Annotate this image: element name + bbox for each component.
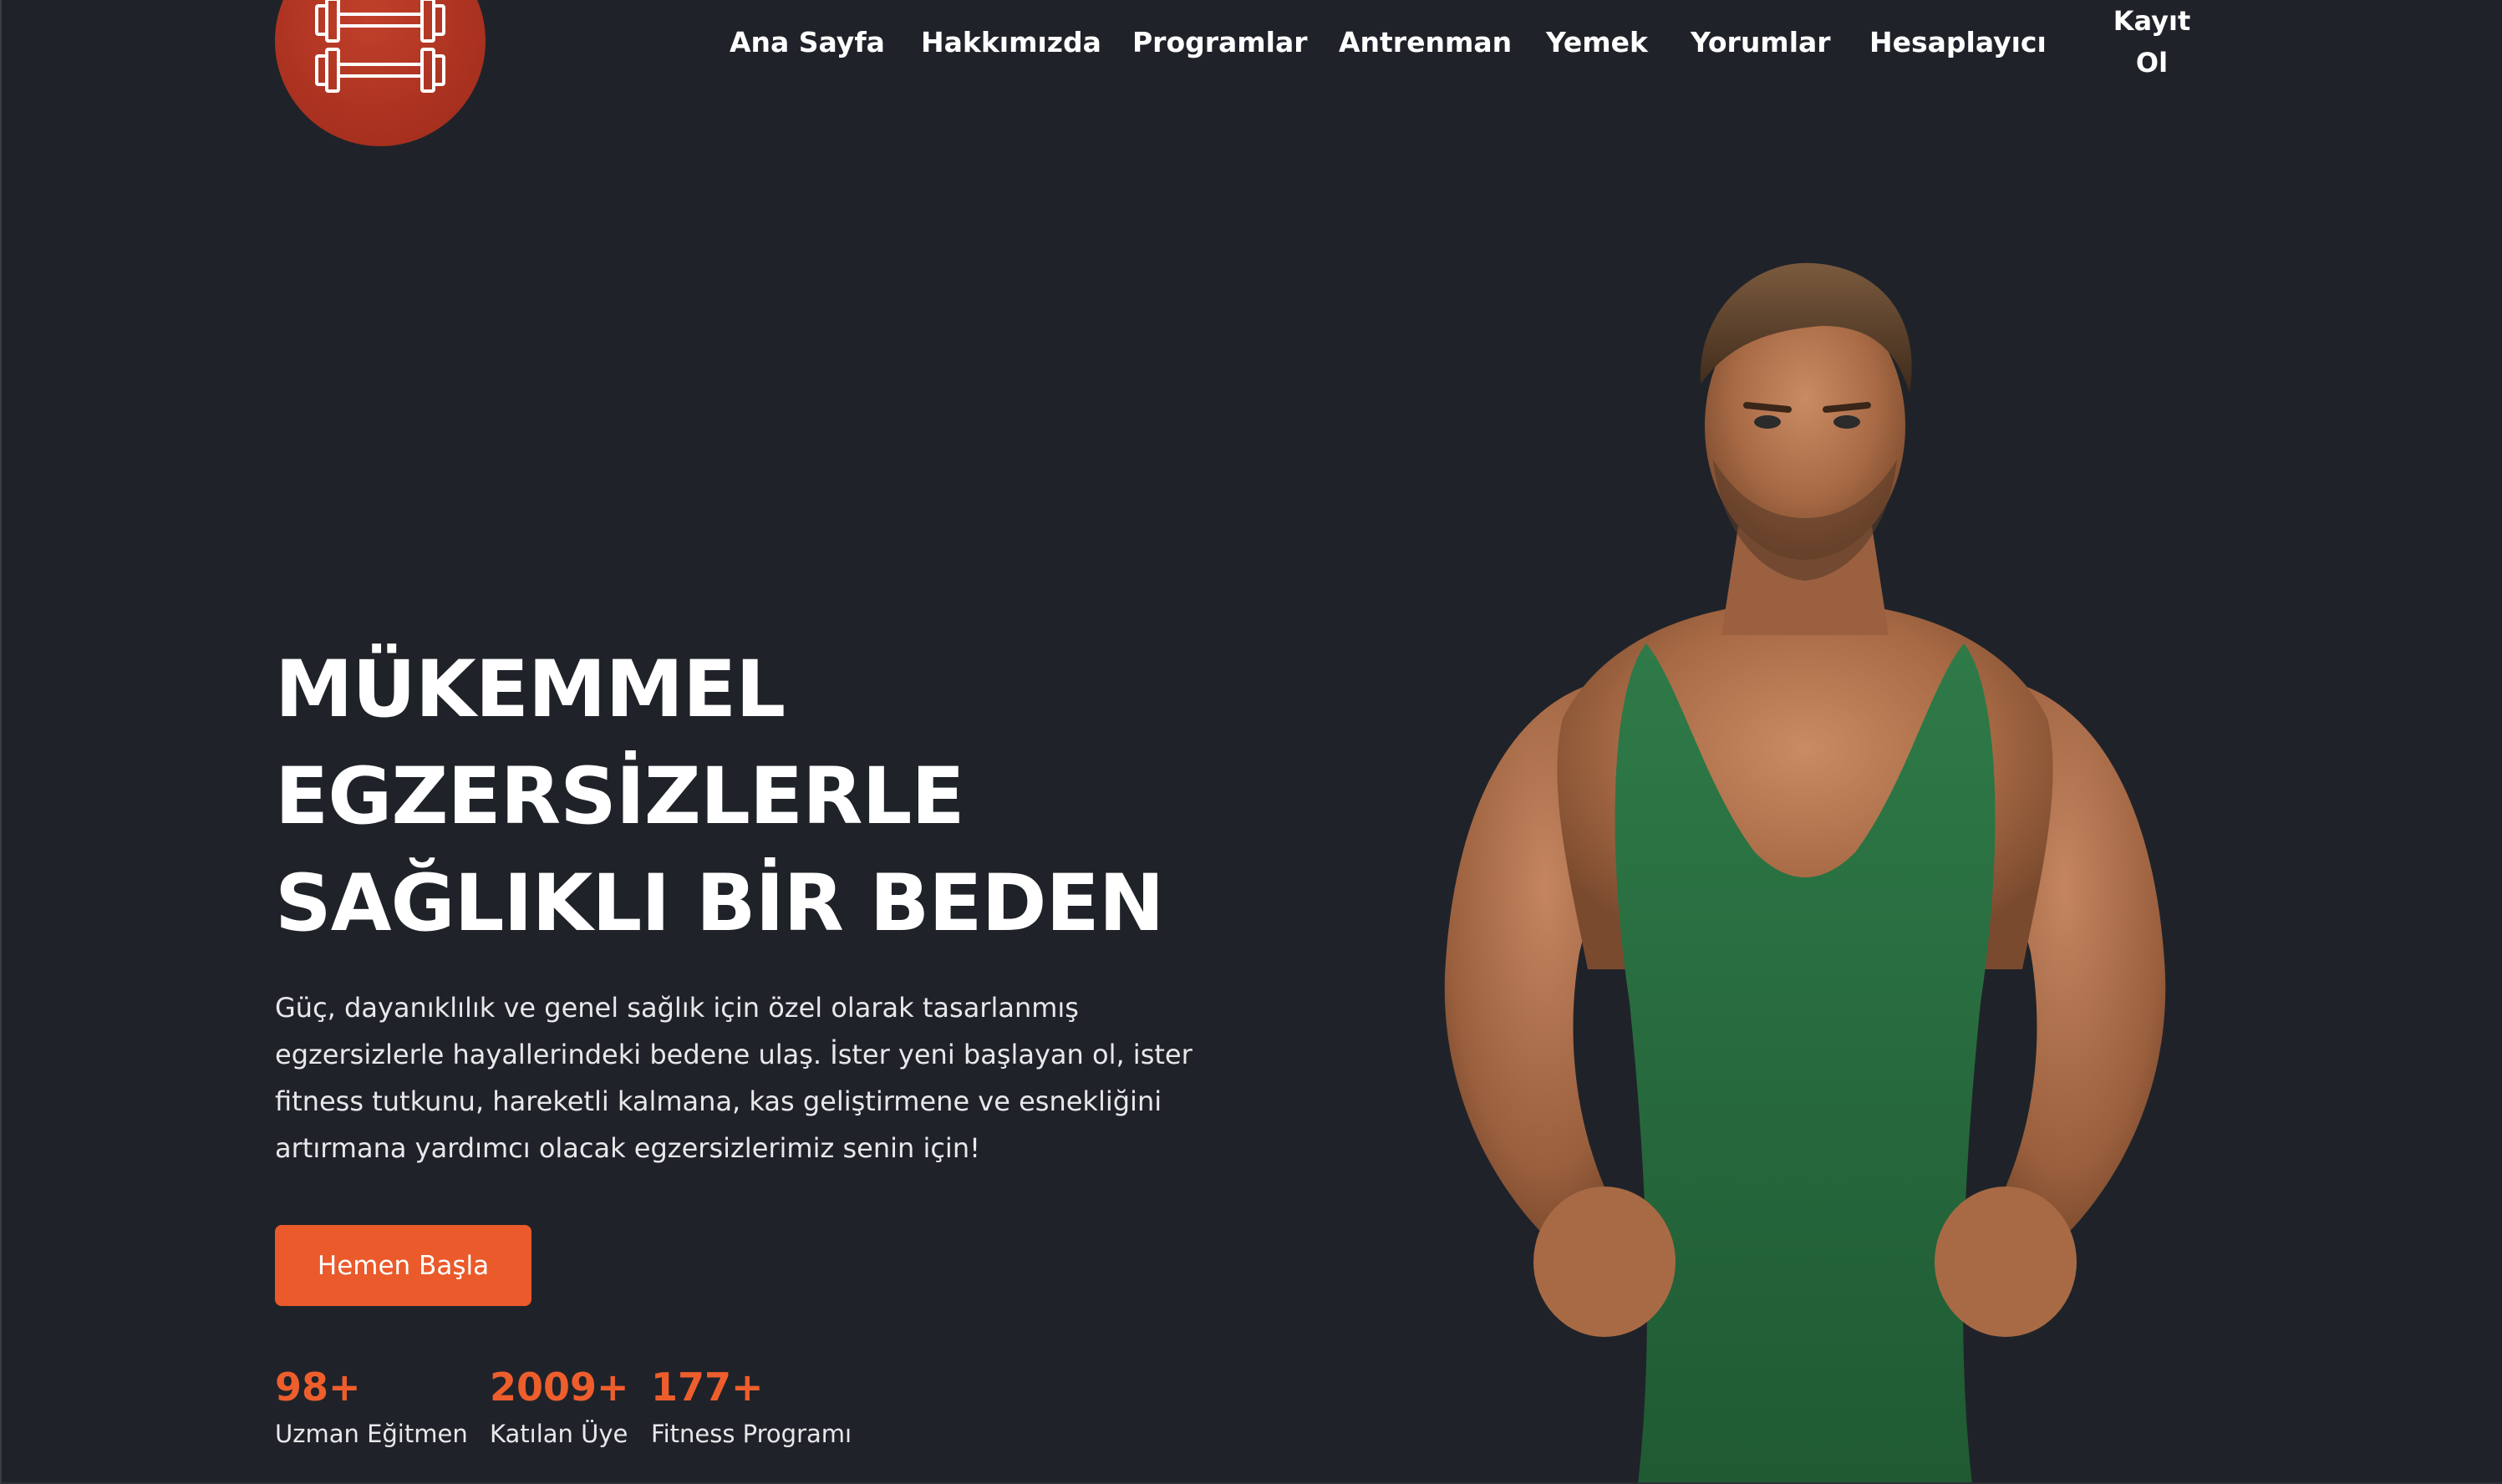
stat-value: 98+ [275, 1365, 361, 1410]
stat-label: Uzman Eğitmen [275, 1420, 468, 1448]
hero-title-line: SAĞLIKLI BİR BEDEN [275, 858, 1164, 949]
signup-link[interactable]: Kayıt Ol [2081, 0, 2223, 84]
stat-members: 2009+ Katılan Üye [490, 1362, 629, 1452]
hero-description: Güç, dayanıklılık ve genel sağlık için ö… [275, 992, 1193, 1164]
nav-item-about[interactable]: Hakkımızda [921, 22, 1101, 64]
nav-item-meals[interactable]: Yemek [1546, 22, 1648, 64]
landing-page: Ana Sayfa Hakkımızda Programlar Antrenma… [0, 0, 2502, 1484]
stat-programs: 177+ Fitness Programı [651, 1362, 852, 1452]
nav-item-reviews[interactable]: Yorumlar [1691, 22, 1831, 64]
start-now-button[interactable]: Hemen Başla [275, 1225, 531, 1306]
stat-label: Fitness Programı [651, 1420, 852, 1448]
stat-label: Katılan Üye [490, 1420, 628, 1448]
hero-title-line: EGZERSİZLERLE [275, 751, 965, 842]
dumbbell-icon [315, 0, 445, 93]
stat-value: 2009+ [490, 1365, 629, 1410]
nav-item-workout[interactable]: Antrenman [1339, 22, 1512, 64]
stat-value: 177+ [651, 1365, 764, 1410]
nav-item-programs[interactable]: Programlar [1132, 22, 1308, 64]
hero-title-line: MÜKEMMEL [275, 644, 786, 735]
nav-item-calculator[interactable]: Hesaplayıcı [1869, 22, 2047, 64]
stat-trainers: 98+ Uzman Eğitmen [275, 1362, 468, 1452]
nav-item-home[interactable]: Ana Sayfa [730, 22, 885, 64]
hero-title: MÜKEMMEL EGZERSİZLERLE SAĞLIKLI BİR BEDE… [275, 637, 1278, 958]
signup-label-line2: Ol [2135, 47, 2169, 79]
hero-image [1444, 262, 2166, 1484]
signup-label-line1: Kayıt [2113, 5, 2191, 37]
brand-logo[interactable] [275, 0, 486, 146]
